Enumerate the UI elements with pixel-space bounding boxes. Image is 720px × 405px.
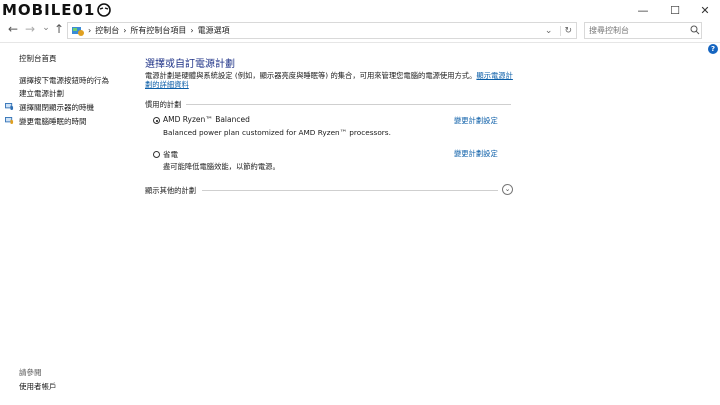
change-plan-settings-link-balanced[interactable]: 變更計劃設定 xyxy=(454,116,498,126)
preferred-plans-heading: 慣用的計劃 xyxy=(145,100,182,109)
expand-chevron-icon[interactable]: ⌄ xyxy=(502,184,513,195)
sleep-shield-icon xyxy=(5,117,14,125)
sidebar-item-sleep-time[interactable]: 變更電腦睡眠的時間 xyxy=(19,116,87,127)
logo-text: MOBILE01 xyxy=(2,1,96,19)
breadcrumb-separator: › xyxy=(88,26,92,35)
forward-arrow-icon: → xyxy=(24,22,36,36)
description-text: 電源計劃是硬體與系統設定 (例如，顯示器亮度與睡眠等) 的集合，可用來管理您電腦… xyxy=(145,71,477,80)
up-arrow-icon: ↑ xyxy=(53,22,65,36)
breadcrumb-control-panel[interactable]: 控制台 xyxy=(95,25,119,36)
plan-name-power-saver[interactable]: 省電 xyxy=(163,149,178,160)
chevron-down-icon: ⌄ xyxy=(42,23,50,33)
breadcrumb-separator: › xyxy=(190,26,194,35)
sidebar-item-create-plan[interactable]: 建立電源計劃 xyxy=(19,88,64,99)
show-more-plans-label[interactable]: 顯示其他的計劃 xyxy=(145,186,196,196)
plan-description-balanced: Balanced power plan customized for AMD R… xyxy=(163,128,391,137)
search-icon[interactable] xyxy=(690,25,700,35)
more-plans-divider xyxy=(202,190,498,191)
breadcrumb-all-items[interactable]: 所有控制台項目 xyxy=(130,25,186,36)
plan-name-balanced[interactable]: AMD Ryzen™ Balanced xyxy=(163,115,250,124)
recent-locations-button[interactable]: ⌄ xyxy=(39,23,53,33)
plan-radio-balanced[interactable] xyxy=(153,117,160,124)
plan-description-power-saver: 盡可能降低電腦效能，以節約電源。 xyxy=(163,162,280,171)
help-button[interactable]: ? xyxy=(708,44,718,54)
address-dropdown-icon[interactable]: ⌄ xyxy=(545,26,553,36)
page-title: 選擇或自訂電源計劃 xyxy=(145,59,235,70)
see-also-label: 請參閱 xyxy=(19,368,42,377)
search-input[interactable]: 搜尋控制台 xyxy=(584,22,702,39)
refresh-icon[interactable]: ↻ xyxy=(560,25,572,36)
close-icon: ✕ xyxy=(700,3,710,17)
control-panel-icon xyxy=(72,26,84,36)
monitor-shield-icon xyxy=(5,103,14,111)
forward-button[interactable]: → xyxy=(23,22,37,36)
breadcrumb-power-options[interactable]: 電源選項 xyxy=(198,25,230,36)
maximize-icon: ☐ xyxy=(670,3,680,17)
minimize-button[interactable]: — xyxy=(628,0,658,20)
see-also-user-accounts[interactable]: 使用者帳戶 xyxy=(19,381,57,392)
address-bar[interactable]: › 控制台 › 所有控制台項目 › 電源選項 ⌄ ↻ xyxy=(67,22,577,39)
watermark-logo: MOBILE01 xyxy=(2,1,112,19)
preferred-plans-divider xyxy=(186,104,511,105)
plan-radio-power-saver[interactable] xyxy=(153,151,160,158)
sidebar-item-display-off[interactable]: 選擇關閉顯示器的時機 xyxy=(19,102,94,113)
page-description: 電源計劃是硬體與系統設定 (例如，顯示器亮度與睡眠等) 的集合，可用來管理您電腦… xyxy=(145,71,517,89)
change-plan-settings-link-power-saver[interactable]: 變更計劃設定 xyxy=(454,149,498,159)
maximize-button[interactable]: ☐ xyxy=(660,0,690,20)
back-arrow-icon: ← xyxy=(7,22,19,36)
up-button[interactable]: ↑ xyxy=(52,22,66,36)
close-button[interactable]: ✕ xyxy=(690,0,720,20)
sidebar-home-link[interactable]: 控制台首頁 xyxy=(19,53,57,64)
minimize-icon: — xyxy=(637,3,649,17)
sidebar-item-power-button[interactable]: 選擇按下電源按鈕時的行為 xyxy=(19,75,109,86)
back-button[interactable]: ← xyxy=(6,22,20,36)
breadcrumb-separator: › xyxy=(123,26,127,35)
logo-face-icon xyxy=(97,3,112,17)
